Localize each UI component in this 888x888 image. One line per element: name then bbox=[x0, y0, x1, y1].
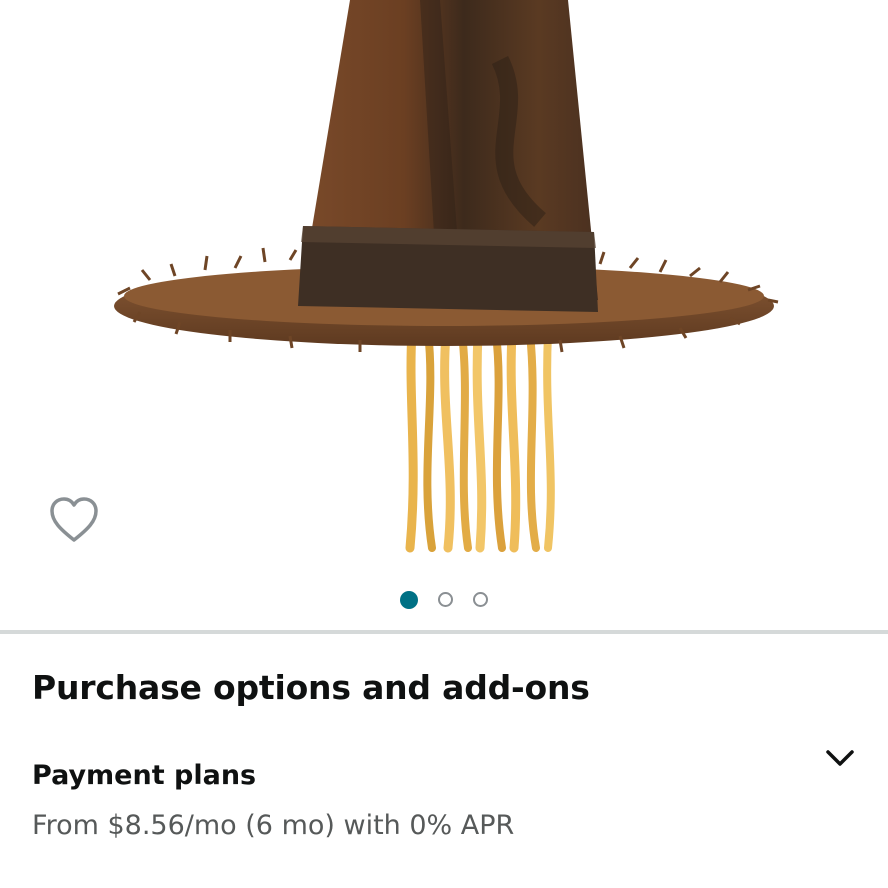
payment-plans-detail: From $8.56/mo (6 mo) with 0% APR bbox=[32, 810, 515, 841]
section-divider bbox=[0, 630, 888, 634]
carousel-dot-3[interactable] bbox=[473, 592, 488, 607]
ribbon-streamers bbox=[405, 325, 555, 553]
carousel-dot-1[interactable] bbox=[400, 591, 418, 609]
image-carousel-indicator bbox=[0, 591, 888, 609]
chevron-down-icon[interactable] bbox=[822, 744, 858, 774]
heart-outline-icon bbox=[50, 497, 98, 542]
product-image[interactable] bbox=[0, 0, 888, 560]
hat-cone bbox=[298, 0, 598, 312]
product-page: Purchase options and add-ons Payment pla… bbox=[0, 0, 888, 888]
section-title: Purchase options and add-ons bbox=[32, 668, 590, 707]
carousel-dot-2[interactable] bbox=[438, 592, 453, 607]
wishlist-button[interactable] bbox=[46, 494, 102, 546]
payment-plans-label: Payment plans bbox=[32, 760, 257, 791]
payment-plans-row[interactable]: Payment plans From $8.56/mo (6 mo) with … bbox=[0, 740, 888, 860]
